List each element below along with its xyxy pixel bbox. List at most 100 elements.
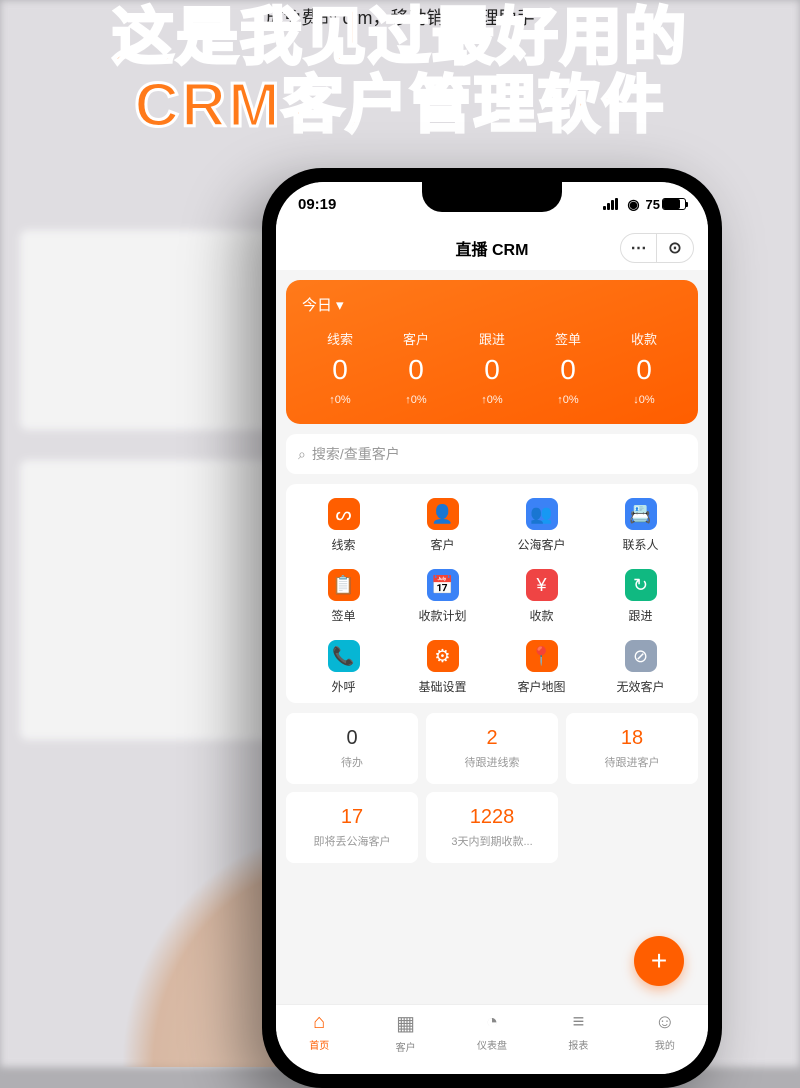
收款-icon: ¥	[526, 569, 558, 601]
summary-card-0[interactable]: 0 待办	[286, 713, 418, 784]
search-placeholder: 搜索/查重客户	[312, 444, 400, 464]
stat-1[interactable]: 客户 0 ↑0%	[378, 329, 454, 406]
card-label: 3天内到期收款...	[432, 833, 552, 849]
card-value: 2	[432, 727, 552, 750]
add-fab-button[interactable]: +	[634, 936, 684, 986]
tab-label: 报表	[568, 1037, 588, 1052]
grid-item-6[interactable]: ¥ 收款	[492, 569, 591, 624]
app-title-bar: 直播 CRM ⋯ ⊙	[276, 226, 708, 270]
tab-icon: ≡	[573, 1011, 585, 1034]
签单-icon: 📋	[328, 569, 360, 601]
grid-label: 客户地图	[517, 678, 565, 695]
外呼-icon: 📞	[328, 640, 360, 672]
summary-card-3[interactable]: 17 即将丢公海客户	[286, 792, 418, 863]
card-value: 0	[292, 727, 412, 750]
phone-screen: 09:19 ◉ 75 直播 CRM ⋯ ⊙ 今日 ▾ 线索	[276, 182, 708, 1074]
客户-icon: 👤	[427, 498, 459, 530]
stat-change: ↑0%	[530, 394, 606, 406]
grid-label: 客户	[430, 536, 454, 553]
stat-value: 0	[606, 354, 682, 386]
grid-item-0[interactable]: ᔕ 线索	[294, 498, 393, 553]
day-selector[interactable]: 今日 ▾	[302, 294, 682, 315]
stat-label: 跟进	[454, 329, 530, 348]
today-stats-card: 今日 ▾ 线索 0 ↑0% 客户 0 ↑0% 跟进 0 ↑0% 签单 0 ↑0%…	[286, 280, 698, 424]
status-indicators: ◉ 75	[603, 196, 686, 213]
grid-item-4[interactable]: 📋 签单	[294, 569, 393, 624]
stat-label: 收款	[606, 329, 682, 348]
stat-label: 客户	[378, 329, 454, 348]
headline-line1: 这是我见过最好用的	[0, 4, 800, 72]
tab-icon: ☺	[655, 1011, 675, 1034]
grid-label: 收款	[529, 607, 553, 624]
stat-3[interactable]: 签单 0 ↑0%	[530, 329, 606, 406]
search-icon: ⌕	[298, 446, 306, 463]
收款计划-icon: 📅	[427, 569, 459, 601]
headline-line2: CRM客户管理软件	[0, 72, 800, 140]
基础设置-icon: ⚙	[427, 640, 459, 672]
tab-报表[interactable]: ≡ 报表	[535, 1011, 621, 1074]
stat-change: ↑0%	[454, 394, 530, 406]
线索-icon: ᔕ	[328, 498, 360, 530]
stat-change: ↑0%	[378, 394, 454, 406]
search-input[interactable]: ⌕ 搜索/查重客户	[286, 434, 698, 474]
tab-仪表盘[interactable]: ◔ 仪表盘	[449, 1011, 535, 1074]
close-icon[interactable]: ⊙	[657, 234, 693, 262]
signal-icon	[603, 198, 621, 210]
grid-item-2[interactable]: 👥 公海客户	[492, 498, 591, 553]
card-value: 17	[292, 806, 412, 829]
无效客户-icon: ⊘	[625, 640, 657, 672]
stat-4[interactable]: 收款 0 ↓0%	[606, 329, 682, 406]
tab-icon: ▦	[396, 1011, 415, 1036]
stat-value: 0	[302, 354, 378, 386]
card-value: 18	[572, 727, 692, 750]
跟进-icon: ↻	[625, 569, 657, 601]
tab-icon: ◔	[486, 1011, 498, 1034]
tab-label: 首页	[309, 1037, 329, 1052]
phone-notch	[422, 182, 562, 212]
grid-label: 签单	[331, 607, 355, 624]
card-label: 待跟进客户	[572, 754, 692, 770]
grid-item-11[interactable]: ⊘ 无效客户	[591, 640, 690, 695]
more-icon[interactable]: ⋯	[621, 234, 657, 262]
grid-label: 基础设置	[418, 678, 466, 695]
grid-label: 公海客户	[517, 536, 565, 553]
stat-0[interactable]: 线索 0 ↑0%	[302, 329, 378, 406]
battery-percent: 75	[646, 197, 660, 212]
feature-grid: ᔕ 线索 👤 客户 👥 公海客户 📇 联系人 📋 签单 📅 收款计划 ¥ 收款 …	[286, 484, 698, 703]
客户地图-icon: 📍	[526, 640, 558, 672]
stat-change: ↓0%	[606, 394, 682, 406]
tab-label: 仪表盘	[477, 1037, 507, 1052]
stat-change: ↑0%	[302, 394, 378, 406]
app-title: 直播 CRM	[456, 236, 529, 260]
status-time: 09:19	[298, 196, 336, 213]
summary-card-1[interactable]: 2 待跟进线索	[426, 713, 558, 784]
grid-item-7[interactable]: ↻ 跟进	[591, 569, 690, 624]
battery-indicator: 75	[646, 197, 686, 212]
stat-value: 0	[378, 354, 454, 386]
card-label: 即将丢公海客户	[292, 833, 412, 849]
tab-客户[interactable]: ▦ 客户	[362, 1011, 448, 1074]
联系人-icon: 📇	[625, 498, 657, 530]
grid-item-10[interactable]: 📍 客户地图	[492, 640, 591, 695]
tab-首页[interactable]: ⌂ 首页	[276, 1011, 362, 1074]
card-value: 1228	[432, 806, 552, 829]
tab-label: 客户	[396, 1039, 416, 1054]
summary-cards: 0 待办 2 待跟进线索 18 待跟进客户 17 即将丢公海客户 1228 3天…	[286, 713, 698, 863]
grid-label: 跟进	[628, 607, 652, 624]
summary-card-2[interactable]: 18 待跟进客户	[566, 713, 698, 784]
day-label: 今日	[302, 294, 332, 315]
grid-item-9[interactable]: ⚙ 基础设置	[393, 640, 492, 695]
stat-2[interactable]: 跟进 0 ↑0%	[454, 329, 530, 406]
grid-item-5[interactable]: 📅 收款计划	[393, 569, 492, 624]
grid-item-8[interactable]: 📞 外呼	[294, 640, 393, 695]
bottom-tabbar: ⌂ 首页 ▦ 客户 ◔ 仪表盘 ≡ 报表 ☺ 我的	[276, 1004, 708, 1074]
grid-item-3[interactable]: 📇 联系人	[591, 498, 690, 553]
stat-label: 签单	[530, 329, 606, 348]
grid-item-1[interactable]: 👤 客户	[393, 498, 492, 553]
tab-我的[interactable]: ☺ 我的	[622, 1011, 708, 1074]
stat-value: 0	[454, 354, 530, 386]
tab-icon: ⌂	[313, 1011, 325, 1034]
stat-label: 线索	[302, 329, 378, 348]
summary-card-4[interactable]: 1228 3天内到期收款...	[426, 792, 558, 863]
grid-label: 外呼	[331, 678, 355, 695]
